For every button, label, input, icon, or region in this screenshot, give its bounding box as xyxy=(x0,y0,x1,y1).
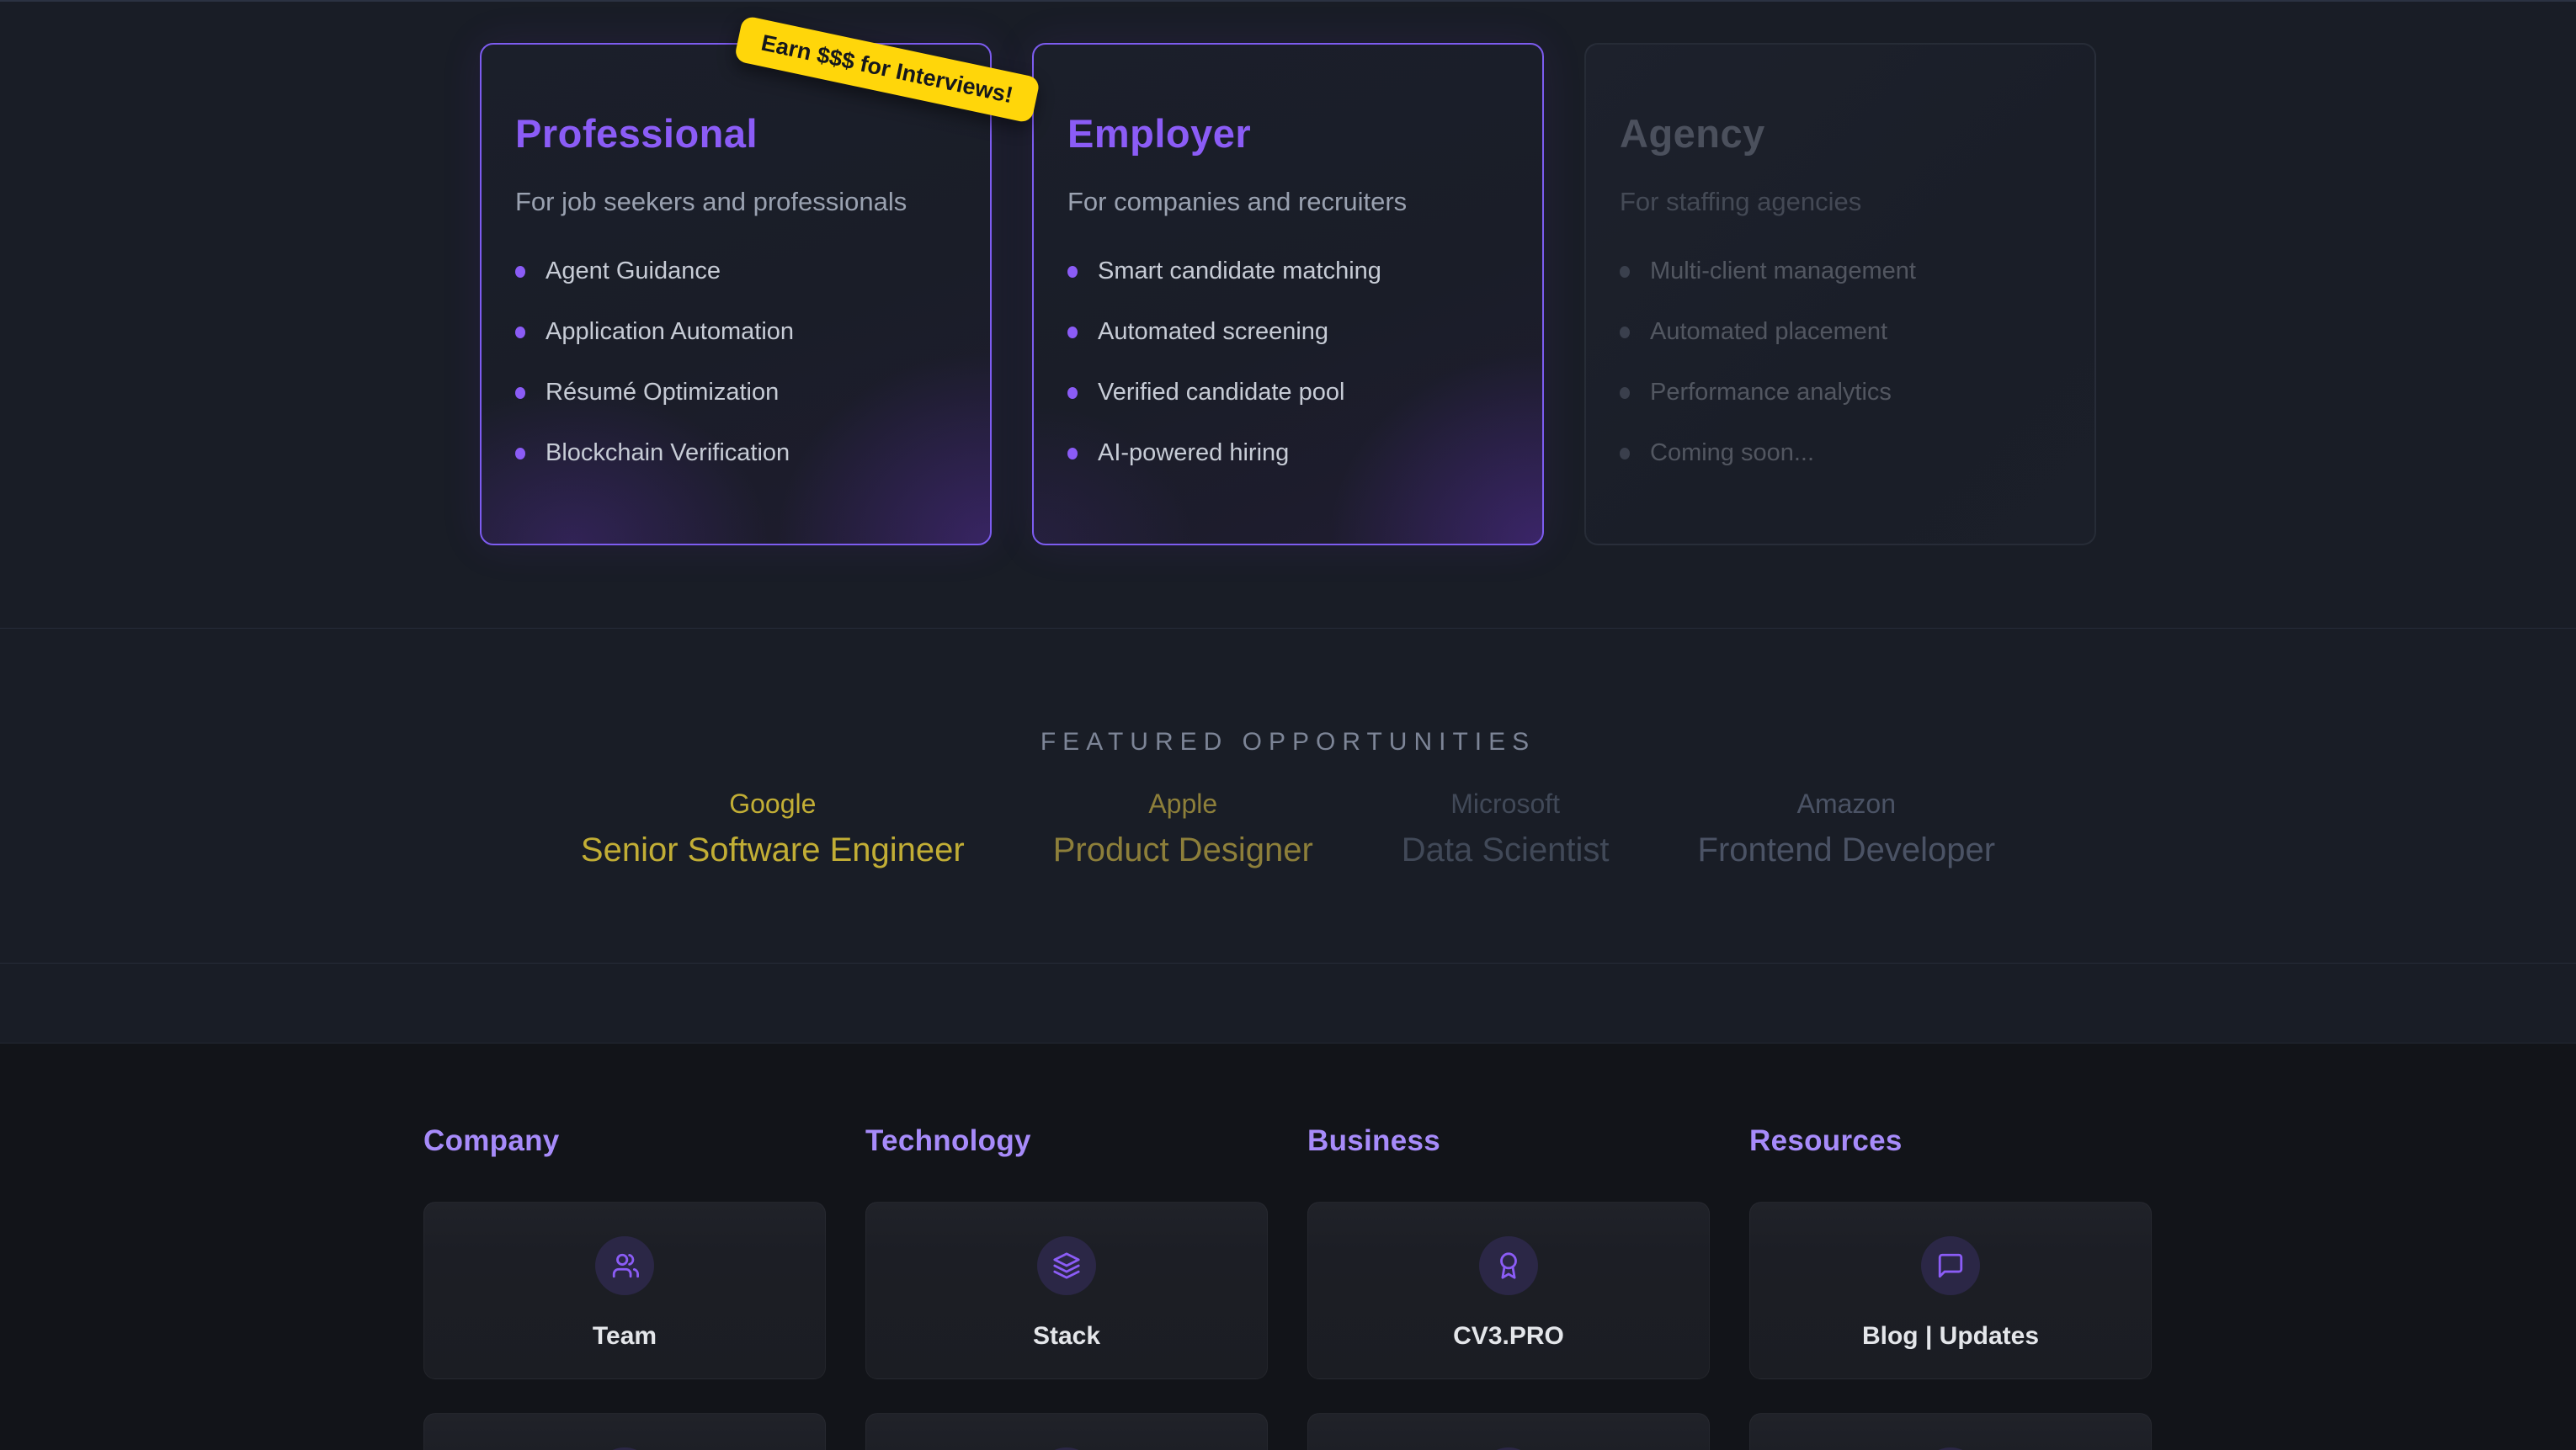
bullet-icon xyxy=(1620,266,1630,278)
featured-item-amazon[interactable]: Amazon Frontend Developer xyxy=(1698,789,1996,869)
plan-feature-label: Agent Guidance xyxy=(546,258,721,285)
footer-card-stack[interactable]: Stack xyxy=(865,1202,1268,1379)
plan-card-professional[interactable]: Professional For job seekers and profess… xyxy=(480,43,992,545)
footer-column-heading: Business xyxy=(1307,1124,1710,1158)
plan-card-content: Professional For job seekers and profess… xyxy=(515,110,956,465)
footer-column-resources: Resources Blog | Updates xyxy=(1749,1124,2152,1450)
footer-card-label: CV3.PRO xyxy=(1308,1322,1709,1351)
featured-carousel: Google Senior Software Engineer Apple Pr… xyxy=(0,789,2576,869)
bullet-icon xyxy=(515,266,525,278)
bullet-icon xyxy=(515,387,525,399)
plan-feature-label: Verified candidate pool xyxy=(1098,379,1344,406)
footer-card-partial[interactable] xyxy=(423,1413,826,1450)
plan-card-agency: Agency For staffing agencies Multi-clien… xyxy=(1584,43,2096,545)
footer-card-partial[interactable] xyxy=(865,1413,1268,1450)
footer-card-label: Team xyxy=(424,1322,825,1351)
bullet-icon xyxy=(1067,387,1078,399)
plan-feature: Blockchain Verification xyxy=(515,441,956,465)
featured-opportunities-section: FEATURED OPPORTUNITIES Google Senior Sof… xyxy=(0,629,2576,964)
plan-feature-list: Smart candidate matching Automated scree… xyxy=(1067,259,1509,465)
plan-feature: Application Automation xyxy=(515,320,956,344)
plan-feature: AI-powered hiring xyxy=(1067,441,1509,465)
bullet-icon xyxy=(1067,266,1078,278)
featured-heading: FEATURED OPPORTUNITIES xyxy=(0,629,2576,757)
featured-company: Amazon xyxy=(1698,789,1996,820)
featured-item-microsoft[interactable]: Microsoft Data Scientist xyxy=(1402,789,1610,869)
plan-card-content: Employer For companies and recruiters Sm… xyxy=(1067,110,1509,465)
bullet-icon xyxy=(1620,327,1630,338)
landing-page: Earn $$$ for Interviews! Professional Fo… xyxy=(0,0,2576,1450)
award-icon xyxy=(1479,1236,1538,1295)
featured-company: Apple xyxy=(1053,789,1313,820)
plan-feature-list: Agent Guidance Application Automation Ré… xyxy=(515,259,956,465)
footer-card-team[interactable]: Team xyxy=(423,1202,826,1379)
footer-column-company: Company Team xyxy=(423,1124,826,1450)
footer-grid: Company Team Technology Stack xyxy=(423,1044,2153,1450)
plan-feature-label: Blockchain Verification xyxy=(546,439,790,467)
plan-feature-label: Automated placement xyxy=(1650,318,1887,346)
users-icon xyxy=(595,1236,654,1295)
plan-feature: Automated placement xyxy=(1620,320,2061,344)
bullet-icon xyxy=(515,448,525,459)
plan-title: Professional xyxy=(515,110,956,157)
plan-description: For companies and recruiters xyxy=(1067,187,1509,217)
plan-feature-label: AI-powered hiring xyxy=(1098,439,1289,467)
footer-column-heading: Company xyxy=(423,1124,826,1158)
featured-role: Product Designer xyxy=(1053,831,1313,869)
plan-feature-label: Multi-client management xyxy=(1650,258,1916,285)
plan-feature: Agent Guidance xyxy=(515,259,956,284)
plans-section: Earn $$$ for Interviews! Professional Fo… xyxy=(0,2,2576,629)
message-icon xyxy=(1921,1236,1980,1295)
plan-card-content: Agency For staffing agencies Multi-clien… xyxy=(1620,110,2061,465)
footer-card-cv3pro[interactable]: CV3.PRO xyxy=(1307,1202,1710,1379)
plan-feature: Verified candidate pool xyxy=(1067,380,1509,405)
footer-card-label: Stack xyxy=(866,1322,1267,1351)
plan-feature-label: Application Automation xyxy=(546,318,794,346)
featured-role: Data Scientist xyxy=(1402,831,1610,869)
plan-feature: Multi-client management xyxy=(1620,259,2061,284)
plan-title: Employer xyxy=(1067,110,1509,157)
bullet-icon xyxy=(1067,448,1078,459)
plan-description: For staffing agencies xyxy=(1620,187,2061,217)
site-footer: Company Team Technology Stack xyxy=(0,1044,2576,1450)
footer-column-heading: Technology xyxy=(865,1124,1268,1158)
bullet-icon xyxy=(1620,387,1630,399)
footer-column-technology: Technology Stack xyxy=(865,1124,1268,1450)
plan-feature: Coming soon... xyxy=(1620,441,2061,465)
bullet-icon xyxy=(515,327,525,338)
featured-role: Frontend Developer xyxy=(1698,831,1996,869)
footer-column-heading: Resources xyxy=(1749,1124,2152,1158)
plan-title: Agency xyxy=(1620,110,2061,157)
featured-item-google[interactable]: Google Senior Software Engineer xyxy=(581,789,965,869)
plan-feature-label: Résumé Optimization xyxy=(546,379,779,406)
featured-company: Google xyxy=(581,789,965,820)
featured-company: Microsoft xyxy=(1402,789,1610,820)
footer-card-blog-updates[interactable]: Blog | Updates xyxy=(1749,1202,2152,1379)
footer-column-business: Business CV3.PRO xyxy=(1307,1124,1710,1450)
plan-feature: Smart candidate matching xyxy=(1067,259,1509,284)
footer-card-label: Blog | Updates xyxy=(1750,1322,2151,1351)
featured-item-apple[interactable]: Apple Product Designer xyxy=(1053,789,1313,869)
footer-card-partial[interactable] xyxy=(1307,1413,1710,1450)
plan-feature: Automated screening xyxy=(1067,320,1509,344)
plan-card-employer[interactable]: Employer For companies and recruiters Sm… xyxy=(1032,43,1544,545)
plan-feature-label: Performance analytics xyxy=(1650,379,1892,406)
layers-icon xyxy=(1037,1236,1096,1295)
plan-description: For job seekers and professionals xyxy=(515,187,956,217)
plan-feature: Performance analytics xyxy=(1620,380,2061,405)
plans-row: Professional For job seekers and profess… xyxy=(0,43,2576,545)
section-spacer xyxy=(0,964,2576,1044)
plan-feature-label: Automated screening xyxy=(1098,318,1328,346)
plan-feature-label: Coming soon... xyxy=(1650,439,1814,467)
plan-feature-list: Multi-client management Automated placem… xyxy=(1620,259,2061,465)
plan-feature-label: Smart candidate matching xyxy=(1098,258,1381,285)
featured-role: Senior Software Engineer xyxy=(581,831,965,869)
bullet-icon xyxy=(1067,327,1078,338)
plan-feature: Résumé Optimization xyxy=(515,380,956,405)
bullet-icon xyxy=(1620,448,1630,459)
footer-card-partial[interactable] xyxy=(1749,1413,2152,1450)
